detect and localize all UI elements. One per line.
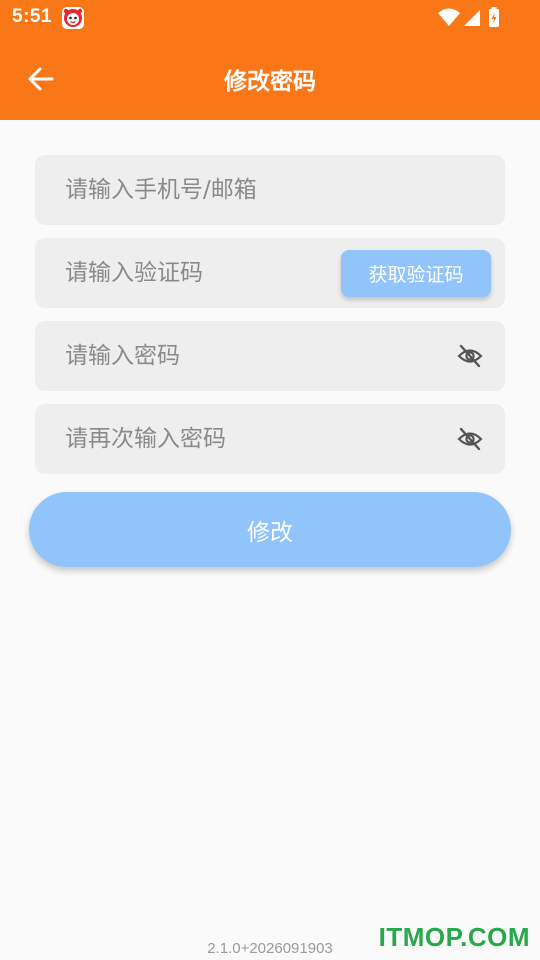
signal-icon: [464, 10, 480, 26]
eye-off-icon[interactable]: [457, 427, 483, 451]
password-input[interactable]: [65, 321, 445, 391]
eye-off-icon[interactable]: [457, 344, 483, 368]
get-code-button[interactable]: 获取验证码: [341, 250, 491, 297]
battery-charging-icon: [489, 7, 499, 27]
red-mascot-icon: [62, 7, 84, 29]
status-icons: [438, 7, 499, 27]
watermark: ITMOP.COM: [378, 922, 530, 952]
status-bar: 5:51: [0, 0, 540, 36]
page-title: 修改密码: [224, 69, 316, 95]
verification-code-input[interactable]: [65, 238, 335, 308]
status-time: 5:51: [12, 6, 53, 27]
app-bar: 修改密码: [0, 36, 540, 120]
phone-email-input[interactable]: [65, 155, 445, 225]
wifi-icon: [438, 8, 460, 26]
verification-code-field: 获取验证码: [35, 238, 505, 308]
confirm-password-field: [35, 404, 505, 474]
password-field: [35, 321, 505, 391]
phone-email-field: [35, 155, 505, 225]
submit-button[interactable]: 修改: [29, 492, 511, 567]
confirm-password-input[interactable]: [65, 404, 445, 474]
